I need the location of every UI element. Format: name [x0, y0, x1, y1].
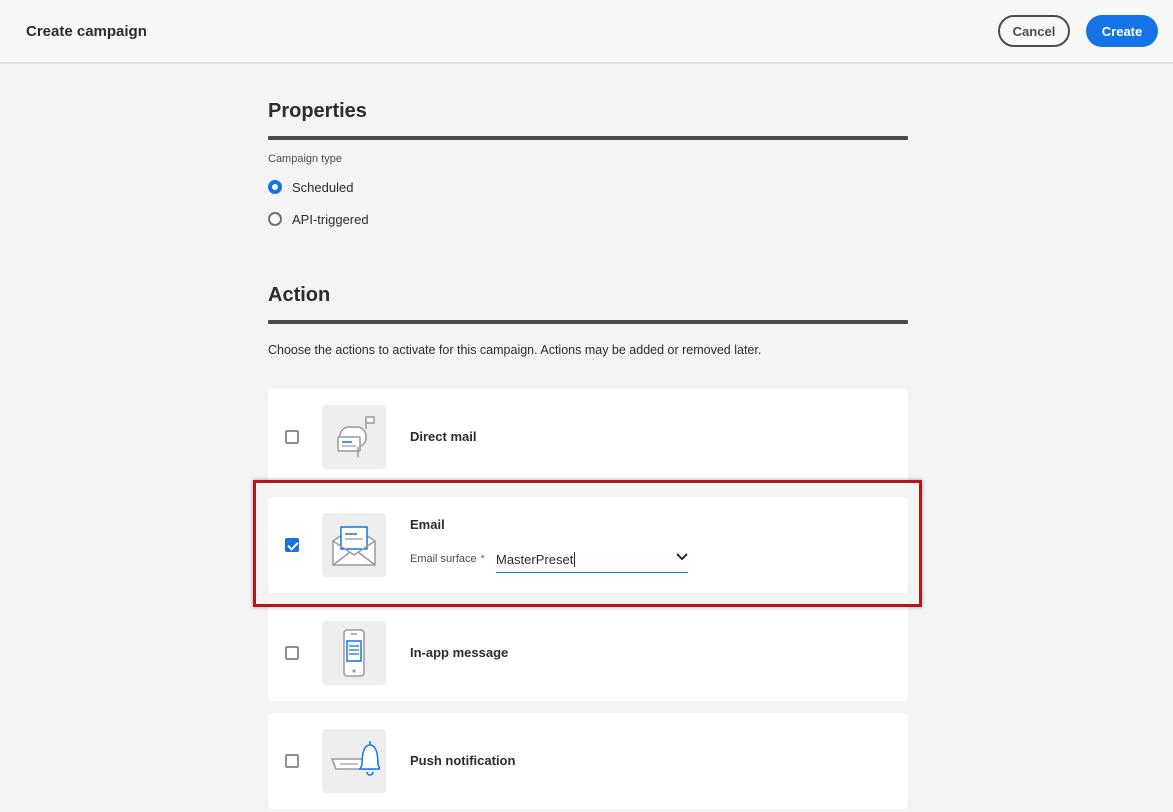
cancel-button[interactable]: Cancel — [998, 15, 1070, 47]
radio-scheduled[interactable]: Scheduled — [268, 177, 353, 197]
create-button[interactable]: Create — [1086, 15, 1158, 47]
phone-message-icon — [322, 621, 386, 685]
checkbox-push[interactable] — [285, 754, 299, 768]
action-card-direct-mail[interactable]: Direct mail — [268, 389, 908, 485]
radio-api-triggered[interactable]: API-triggered — [268, 209, 369, 229]
card-title-push: Push notification — [410, 753, 516, 768]
action-card-in-app[interactable]: In-app message — [268, 605, 908, 701]
radio-button-checked[interactable] — [268, 180, 282, 194]
action-help-text: Choose the actions to activate for this … — [268, 343, 762, 357]
highlight-box — [253, 480, 922, 607]
properties-divider — [268, 136, 908, 140]
card-title-in-app: In-app message — [410, 645, 509, 660]
mailbox-icon — [322, 405, 386, 469]
checkbox-direct-mail[interactable] — [285, 430, 299, 444]
checkbox-in-app[interactable] — [285, 646, 299, 660]
campaign-type-label: Campaign type — [268, 153, 342, 165]
radio-button[interactable] — [268, 212, 282, 226]
bell-icon — [322, 729, 386, 793]
properties-heading: Properties — [268, 100, 367, 122]
card-title-direct-mail: Direct mail — [410, 429, 477, 444]
page-title: Create campaign — [26, 23, 147, 40]
action-divider — [268, 320, 908, 324]
top-bar: Create campaign Cancel Create — [0, 0, 1173, 64]
radio-label-scheduled: Scheduled — [292, 179, 354, 195]
action-heading: Action — [268, 284, 331, 306]
action-card-push[interactable]: Push notification — [268, 713, 908, 809]
radio-label-api-triggered: API-triggered — [292, 211, 369, 227]
